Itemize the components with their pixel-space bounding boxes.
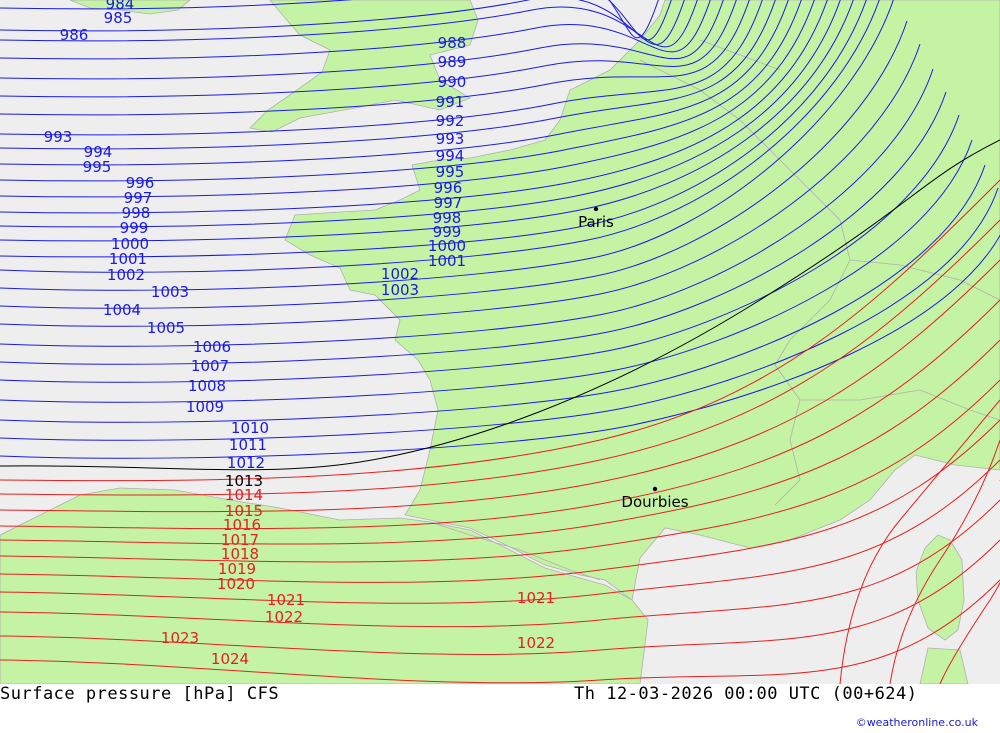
isobar-label-989: 989 bbox=[438, 53, 467, 71]
isobar-label-1022: 1022 bbox=[265, 608, 303, 626]
isobar-label-1009: 1009 bbox=[186, 398, 224, 416]
isobar-label-1022: 1022 bbox=[517, 634, 555, 652]
footer-bar: Surface pressure [hPa] CFS Th 12-03-2026… bbox=[0, 684, 1000, 733]
city-marker-dourbies bbox=[652, 486, 658, 492]
isobar-label-988: 988 bbox=[438, 34, 467, 52]
isobar-label-1010: 1010 bbox=[231, 419, 269, 437]
chart-title: Surface pressure [hPa] CFS bbox=[0, 684, 280, 704]
isobar-label-1004: 1004 bbox=[103, 301, 141, 319]
isobar-label-1023: 1023 bbox=[161, 629, 199, 647]
isobar-label-986: 986 bbox=[60, 26, 89, 44]
valid-datetime: Th 12-03-2026 00:00 UTC (00+624) bbox=[574, 684, 918, 704]
land-sardinia bbox=[919, 647, 969, 684]
isobar-label-993: 993 bbox=[436, 130, 465, 148]
isobar-label-992: 992 bbox=[436, 112, 465, 130]
isobar-label-1021: 1021 bbox=[267, 591, 305, 609]
city-label-paris: Paris bbox=[578, 213, 614, 231]
isobar-label-1011: 1011 bbox=[229, 436, 267, 454]
credit-link[interactable]: ©weatheronline.co.uk bbox=[856, 716, 978, 729]
isobar-label-990: 990 bbox=[438, 73, 467, 91]
isobar-label-991: 991 bbox=[436, 93, 465, 111]
city-marker-paris bbox=[593, 206, 599, 212]
isobar-label-1008: 1008 bbox=[188, 377, 226, 395]
isobar-label-1007: 1007 bbox=[191, 357, 229, 375]
isobar-label-1021: 1021 bbox=[517, 589, 555, 607]
isobar-label-1024: 1024 bbox=[211, 650, 249, 668]
isobar-label-1006: 1006 bbox=[193, 338, 231, 356]
isobar-label-1002: 1002 bbox=[107, 266, 145, 284]
isobar-label-1020: 1020 bbox=[217, 575, 255, 593]
isobar-label-1012: 1012 bbox=[227, 454, 265, 472]
pressure-map: 984985986 988989990991992993 993994 994995 9… bbox=[0, 0, 1000, 684]
city-label-dourbies: Dourbies bbox=[621, 493, 688, 511]
isobar-label-1001: 1001 bbox=[428, 252, 466, 270]
isobar-label-993: 993 bbox=[44, 128, 73, 146]
isobar-label-1003: 1003 bbox=[381, 281, 419, 299]
isobar-label-995: 995 bbox=[83, 158, 112, 176]
isobar-label-1003: 1003 bbox=[151, 283, 189, 301]
isobar-label-1005: 1005 bbox=[147, 319, 185, 337]
isobar-label-985: 985 bbox=[104, 9, 133, 27]
